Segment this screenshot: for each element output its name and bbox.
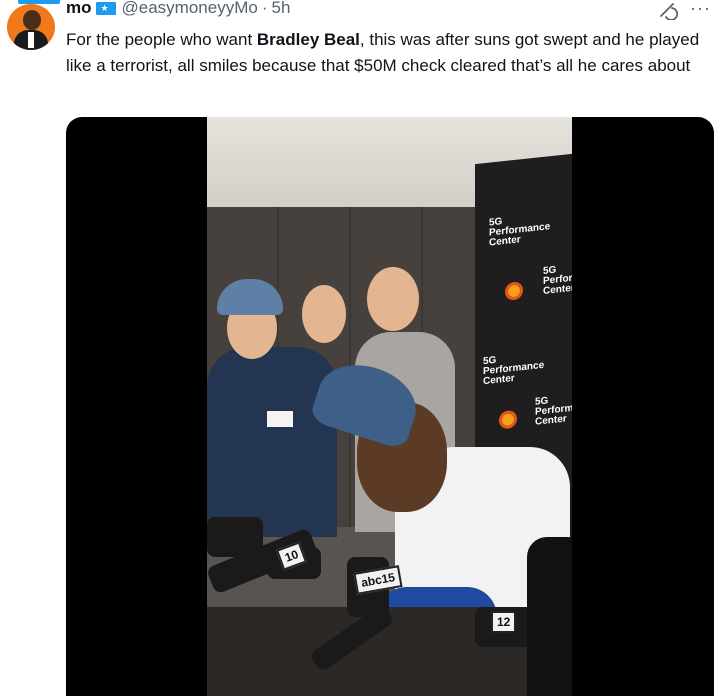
- man-face: [367, 267, 419, 331]
- video-frame: 5G Performance Center 5G Performance Cen…: [207, 117, 572, 696]
- mic-flag: 12: [491, 611, 517, 633]
- tv-camera: [527, 537, 572, 696]
- display-name[interactable]: mo: [66, 0, 92, 18]
- separator-dot: ·: [261, 0, 268, 17]
- tweet-header: mo @easymoneyyMo · 5h: [66, 0, 290, 19]
- user-handle[interactable]: @easymoneyyMo: [122, 0, 258, 18]
- timestamp[interactable]: 5h: [271, 0, 290, 18]
- tweet-text-bold: Bradley Beal: [256, 30, 360, 49]
- name-badge: [267, 411, 293, 427]
- active-indicator: [18, 0, 60, 4]
- man-in-polo: [207, 347, 337, 537]
- backdrop-logo-text: 5G Performance Center: [489, 212, 550, 248]
- tweet-text-part: For the people who want: [66, 30, 257, 49]
- backdrop-logo-text: 5G Performance Center: [483, 351, 544, 387]
- suns-logo-icon: [499, 409, 517, 430]
- avatar-head: [23, 10, 41, 30]
- avatar[interactable]: [7, 4, 55, 50]
- more-options-icon[interactable]: ···: [690, 0, 711, 19]
- video-player[interactable]: 5G Performance Center 5G Performance Cen…: [66, 117, 714, 696]
- backdrop-logo-text: 5G Performance Center: [543, 261, 572, 297]
- tweet-text: For the people who want Bradley Beal, th…: [66, 27, 716, 79]
- grok-icon[interactable]: [658, 2, 678, 20]
- man-face: [302, 285, 346, 343]
- avatar-shirt: [28, 32, 34, 48]
- backdrop-logo-text: 5G Performance Center: [535, 391, 572, 427]
- suns-logo-icon: [505, 281, 523, 301]
- flag-badge-icon: [95, 1, 116, 15]
- tweet[interactable]: mo @easymoneyyMo · 5h ··· For the people…: [0, 0, 726, 696]
